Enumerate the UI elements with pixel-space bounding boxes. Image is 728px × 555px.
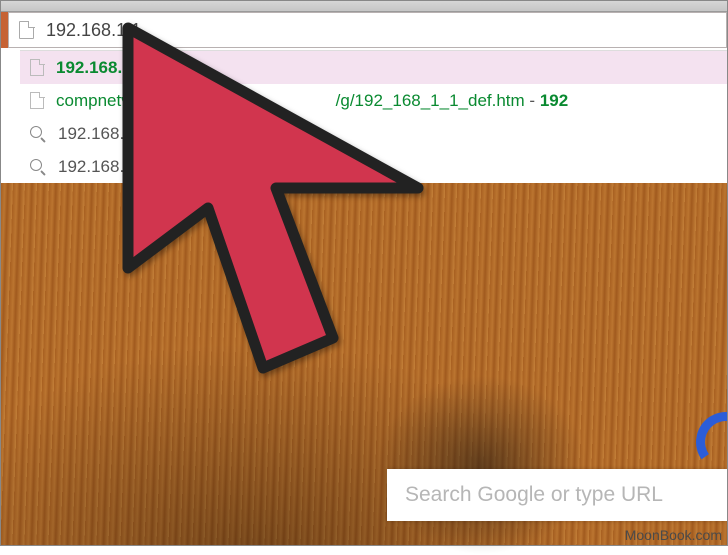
address-bar-text: 192.168.1.1 (46, 20, 141, 41)
suggestion-text: 192.168.1.10.8888 (58, 157, 200, 177)
watermark: MoonBook.com (625, 527, 722, 543)
search-icon (30, 126, 46, 142)
suggestion-row[interactable]: 192.168.1.1 (20, 51, 727, 84)
address-bar[interactable]: 192.168.1.1 (8, 12, 727, 48)
window-chrome-top (0, 0, 728, 12)
search-placeholder: Search Google or type URL (405, 483, 663, 507)
suggestion-text: 192.168.1.1 (56, 58, 146, 78)
suggestion-text: compnetworki /g/192_168_1_1_def.htm - 19… (56, 91, 568, 111)
suggestion-row[interactable]: 192.168.1.10.8888 (20, 150, 727, 183)
page-icon (30, 59, 44, 76)
suggestion-text: 192.168.1.1 - G (58, 124, 176, 144)
page-icon (19, 21, 34, 39)
search-icon (30, 159, 46, 175)
suggestion-row[interactable]: 192.168.1.1 - G (20, 117, 727, 150)
page-icon (30, 92, 44, 109)
search-input[interactable]: Search Google or type URL (387, 469, 727, 521)
bg-shadow (377, 375, 587, 555)
suggestion-row[interactable]: compnetworki /g/192_168_1_1_def.htm - 19… (20, 84, 727, 117)
omnibox-suggestions: 192.168.1.1 compnetworki /g/192_168_1_1_… (20, 50, 727, 183)
